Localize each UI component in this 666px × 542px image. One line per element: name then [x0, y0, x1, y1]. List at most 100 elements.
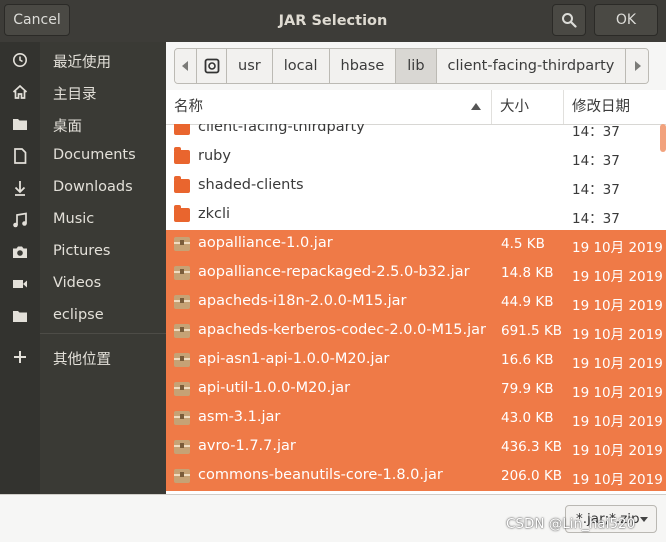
file-modified-date: 19 10月 2019 — [572, 327, 663, 343]
file-modified-date: 14：37 — [572, 211, 620, 227]
file-modified-date: 19 10月 2019 — [572, 298, 663, 314]
path-scroll-right-button[interactable] — [626, 49, 649, 83]
folder-row[interactable]: shaded-clients 14：37 — [166, 172, 666, 201]
crumb-hbase[interactable]: hbase — [329, 49, 397, 83]
ok-button[interactable]: OK — [594, 4, 658, 36]
recent-clock-icon — [10, 52, 30, 68]
file-row[interactable]: api-util-1.0.0-M20.jar 79.9 KB 19 10月 2019 — [166, 375, 666, 404]
sidebar-item-label: Music — [53, 211, 95, 227]
jar-archive-icon — [174, 295, 190, 309]
file-name: apacheds-kerberos-codec-2.0.0-M15.jar — [198, 322, 486, 338]
download-arrow-icon — [10, 180, 30, 196]
sidebar-item-label: 其他位置 — [53, 352, 111, 368]
header-bar: Cancel JAR Selection OK — [0, 0, 666, 43]
crumb-usr[interactable]: usr — [227, 49, 273, 83]
sidebar-item-eclipse[interactable]: eclipse — [0, 300, 166, 332]
plus-icon — [10, 349, 30, 365]
folder-icon — [174, 176, 190, 193]
file-modified-date: 14：37 — [572, 153, 620, 169]
jar-archive-icon — [174, 469, 190, 483]
file-name: asm-3.1.jar — [198, 409, 281, 425]
crumb-root[interactable] — [197, 49, 227, 83]
file-size: 44.9 KB — [501, 294, 554, 310]
camera-icon — [10, 244, 30, 260]
file-row[interactable]: asm-3.1.jar 43.0 KB 19 10月 2019 — [166, 404, 666, 433]
file-name: commons-beanutils-core-1.8.0.jar — [198, 467, 443, 483]
file-modified-date: 19 10月 2019 — [572, 385, 663, 401]
file-modified-date: 19 10月 2019 — [572, 240, 663, 256]
search-button[interactable] — [552, 4, 586, 36]
file-size: 206.0 KB — [501, 468, 563, 484]
folder-row[interactable]: client-facing-thirdparty 14：37 — [166, 124, 666, 143]
sidebar-item-label: eclipse — [53, 307, 104, 323]
home-icon — [10, 84, 30, 100]
desktop-folder-icon — [10, 116, 30, 132]
watermark: CSDN @Lin_hai520 — [506, 516, 636, 532]
crumb-local[interactable]: local — [272, 49, 330, 83]
file-chooser-dialog: Cancel JAR Selection OK 最近使用 主目录 桌面 Docu… — [0, 0, 666, 542]
file-modified-date: 19 10月 2019 — [572, 414, 663, 430]
folder-row[interactable]: ruby 14：37 — [166, 143, 666, 172]
file-modified-date: 19 10月 2019 — [572, 443, 663, 459]
sidebar-item-downloads[interactable]: Downloads — [0, 172, 166, 204]
crumb-lib[interactable]: lib — [396, 49, 437, 83]
folder-icon — [10, 308, 30, 324]
file-name: aopalliance-repackaged-2.5.0-b32.jar — [198, 264, 470, 280]
file-name: shaded-clients — [198, 177, 304, 193]
file-modified-date: 19 10月 2019 — [572, 269, 663, 285]
path-bar: usr local hbase lib client-facing-thirdp… — [166, 42, 666, 90]
jar-archive-icon — [174, 440, 190, 454]
sidebar-item-documents[interactable]: Documents — [0, 140, 166, 172]
folder-icon — [174, 124, 190, 135]
sidebar-item-pictures[interactable]: Pictures — [0, 236, 166, 268]
sidebar-item-home[interactable]: 主目录 — [0, 76, 166, 108]
video-camera-icon — [10, 276, 30, 292]
file-row[interactable]: aopalliance-1.0.jar 4.5 KB 19 10月 2019 — [166, 230, 666, 259]
drive-icon — [204, 58, 219, 74]
file-modified-date: 19 10月 2019 — [572, 356, 663, 372]
breadcrumb: usr local hbase lib client-facing-thirdp… — [174, 48, 650, 84]
file-name: ruby — [198, 148, 231, 164]
path-scroll-left-button[interactable] — [175, 49, 197, 83]
file-row[interactable]: avro-1.7.7.jar 436.3 KB 19 10月 2019 — [166, 433, 666, 462]
chevron-down-icon — [640, 517, 648, 522]
file-row[interactable]: aopalliance-repackaged-2.5.0-b32.jar 14.8… — [166, 259, 666, 288]
file-list: 名称 大小 修改日期 client-facing-thirdparty 14：37… — [166, 90, 666, 494]
scrollbar[interactable] — [660, 124, 666, 152]
folder-icon — [174, 147, 190, 164]
sidebar-item-videos[interactable]: Videos — [0, 268, 166, 300]
sidebar-item-label: 最近使用 — [53, 55, 111, 71]
file-row[interactable]: commons-beanutils-core-1.8.0.jar 206.0 KB… — [166, 462, 666, 491]
file-row[interactable]: apacheds-kerberos-codec-2.0.0-M15.jar 691… — [166, 317, 666, 346]
column-header-name-label: 名称 — [174, 99, 203, 115]
sidebar-item-label: Pictures — [53, 243, 111, 259]
crumb-client-facing-thirdparty[interactable]: client-facing-thirdparty — [436, 49, 627, 83]
file-row[interactable]: apacheds-i18n-2.0.0-M15.jar 44.9 KB 19 10月… — [166, 288, 666, 317]
jar-archive-icon — [174, 266, 190, 280]
file-name: client-facing-thirdparty — [198, 124, 365, 135]
sidebar-item-label: 桌面 — [53, 119, 82, 135]
sidebar-item-label: Videos — [53, 275, 102, 291]
file-size: 79.9 KB — [501, 381, 554, 397]
places-sidebar: 最近使用 主目录 桌面 Documents Downloads Music Pi… — [0, 42, 166, 494]
document-icon — [10, 148, 30, 164]
folder-row[interactable]: zkcli 14：37 — [166, 201, 666, 230]
folder-icon — [174, 205, 190, 222]
column-header-row: 名称 大小 修改日期 — [166, 90, 666, 125]
file-size: 16.6 KB — [501, 352, 554, 368]
file-name: api-util-1.0.0-M20.jar — [198, 380, 351, 396]
sidebar-item-desktop[interactable]: 桌面 — [0, 108, 166, 140]
sidebar-item-music[interactable]: Music — [0, 204, 166, 236]
file-name: zkcli — [198, 206, 231, 222]
sidebar-item-label: Documents — [53, 147, 136, 163]
sidebar-item-other-locations[interactable]: 其他位置 — [0, 341, 166, 373]
column-header-name[interactable]: 名称 — [166, 90, 492, 124]
sidebar-divider — [40, 333, 166, 334]
sidebar-item-label: 主目录 — [53, 87, 97, 103]
column-header-size[interactable]: 大小 — [492, 90, 564, 124]
file-row[interactable]: api-asn1-api-1.0.0-M20.jar 16.6 KB 19 10月 … — [166, 346, 666, 375]
file-name: avro-1.7.7.jar — [198, 438, 296, 454]
column-header-modified[interactable]: 修改日期 — [564, 90, 666, 124]
cancel-button[interactable]: Cancel — [4, 4, 70, 36]
sidebar-item-recent[interactable]: 最近使用 — [0, 44, 166, 76]
